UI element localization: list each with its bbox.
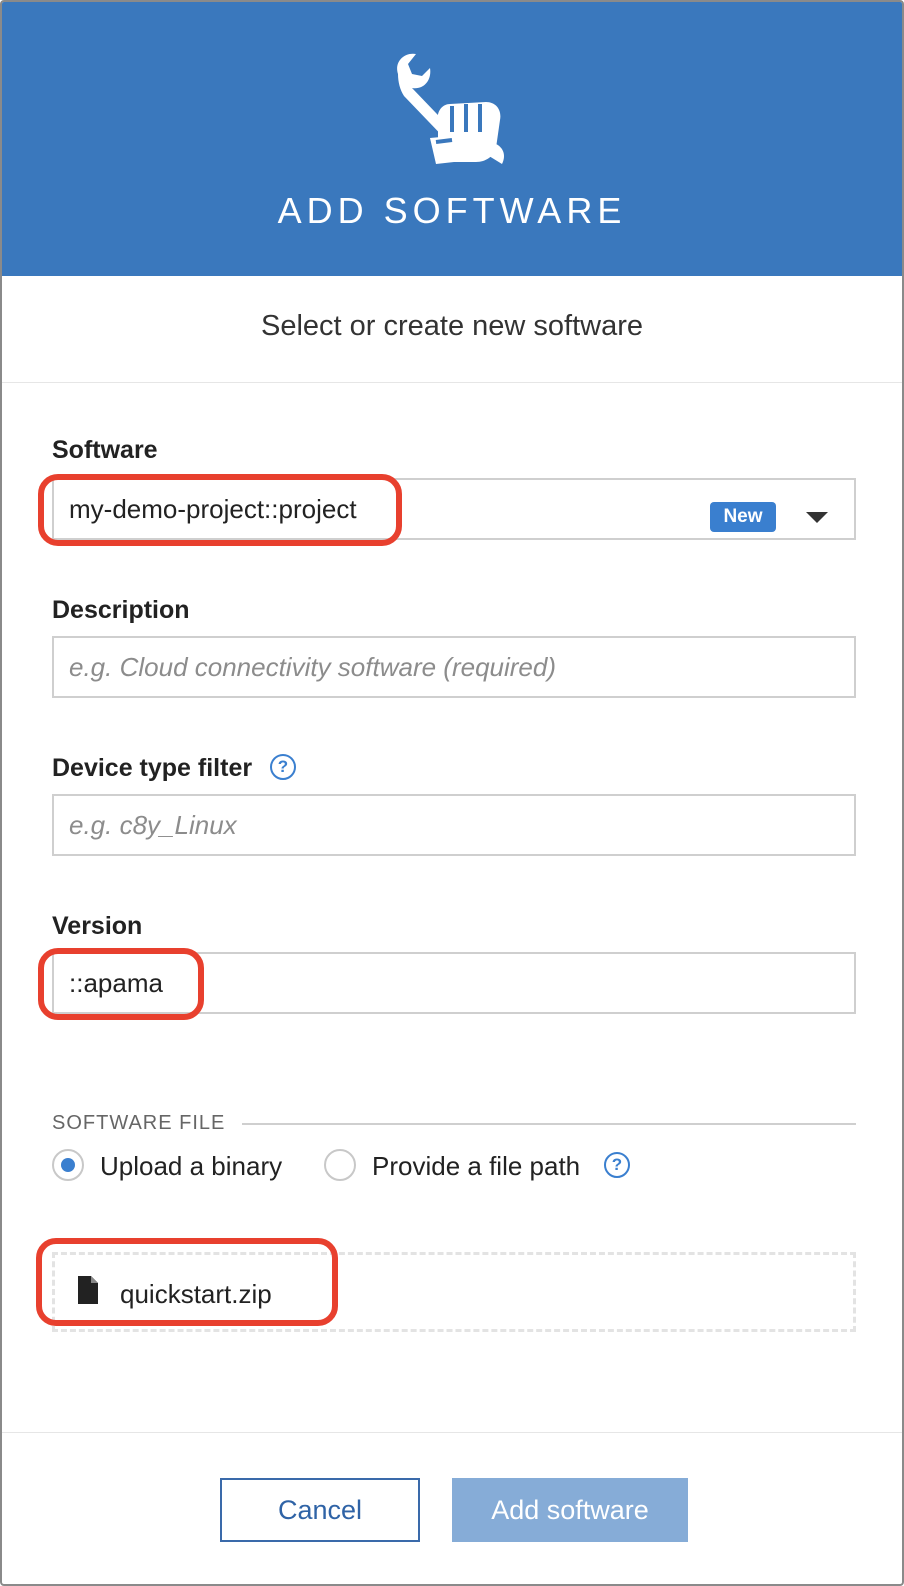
highlight-version — [38, 948, 204, 1020]
section-divider — [242, 1123, 856, 1125]
description-placeholder: e.g. Cloud connectivity software (requir… — [69, 652, 557, 682]
version-label: Version — [52, 912, 143, 940]
software-file-section-label: SOFTWARE FILE — [52, 1112, 242, 1135]
cancel-button[interactable]: Cancel — [220, 1478, 420, 1542]
highlight-file — [36, 1238, 338, 1326]
dialog-header: ADD SOFTWARE — [2, 2, 902, 276]
software-label: Software — [52, 436, 158, 464]
help-icon[interactable]: ? — [270, 754, 296, 780]
file-path-label[interactable]: Provide a file path — [372, 1151, 580, 1182]
file-path-radio[interactable] — [324, 1149, 356, 1181]
device-type-filter-label: Device type filter — [52, 754, 253, 782]
help-icon[interactable]: ? — [604, 1152, 630, 1178]
divider — [2, 382, 902, 383]
new-badge: New — [710, 502, 776, 532]
add-software-button[interactable]: Add software — [452, 1478, 688, 1542]
upload-binary-label[interactable]: Upload a binary — [100, 1151, 282, 1182]
highlight-software — [38, 474, 402, 546]
upload-binary-radio[interactable] — [52, 1149, 84, 1181]
chevron-down-icon[interactable] — [806, 512, 828, 523]
add-software-dialog: ADD SOFTWARE Select or create new softwa… — [0, 0, 904, 1586]
divider — [2, 1432, 902, 1433]
description-input[interactable]: e.g. Cloud connectivity software (requir… — [52, 636, 856, 698]
wrench-hand-icon — [397, 53, 504, 164]
device-type-filter-input[interactable]: e.g. c8y_Linux — [52, 794, 856, 856]
dialog-title: ADD SOFTWARE — [277, 190, 627, 231]
description-label: Description — [52, 596, 190, 624]
dialog-subtitle: Select or create new software — [260, 310, 643, 342]
device-type-filter-placeholder: e.g. c8y_Linux — [69, 810, 237, 840]
